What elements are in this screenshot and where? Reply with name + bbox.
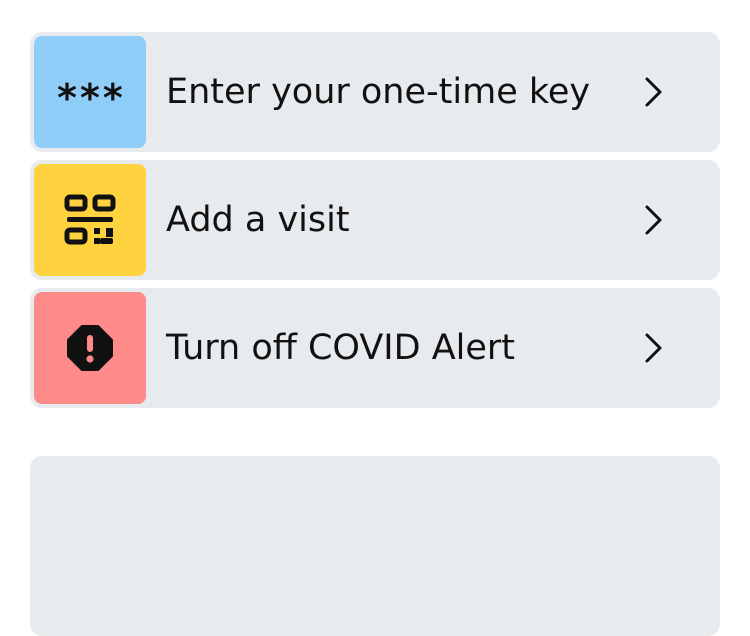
add-visit-row[interactable]: Add a visit: [30, 160, 720, 280]
enter-one-time-key-label: Enter your one-time key: [166, 71, 591, 112]
asterisks-icon: ***: [55, 76, 125, 120]
info-card: [30, 456, 720, 636]
chevron-right-icon: [634, 72, 674, 112]
one-time-key-icon-tile: ***: [34, 36, 146, 148]
turn-off-covid-alert-row[interactable]: Turn off COVID Alert: [30, 288, 720, 408]
add-visit-icon-tile: [34, 164, 146, 276]
enter-one-time-key-row[interactable]: *** Enter your one-time key: [30, 32, 720, 152]
turn-off-alert-icon-tile: [34, 292, 146, 404]
chevron-right-icon: [634, 328, 674, 368]
menu-list: *** Enter your one-time key Add a visit …: [30, 32, 720, 416]
alert-octagon-icon: [67, 325, 113, 371]
add-visit-label: Add a visit: [166, 199, 350, 240]
turn-off-covid-alert-label: Turn off COVID Alert: [166, 327, 516, 368]
chevron-right-icon: [634, 200, 674, 240]
qr-code-icon: [64, 194, 116, 245]
